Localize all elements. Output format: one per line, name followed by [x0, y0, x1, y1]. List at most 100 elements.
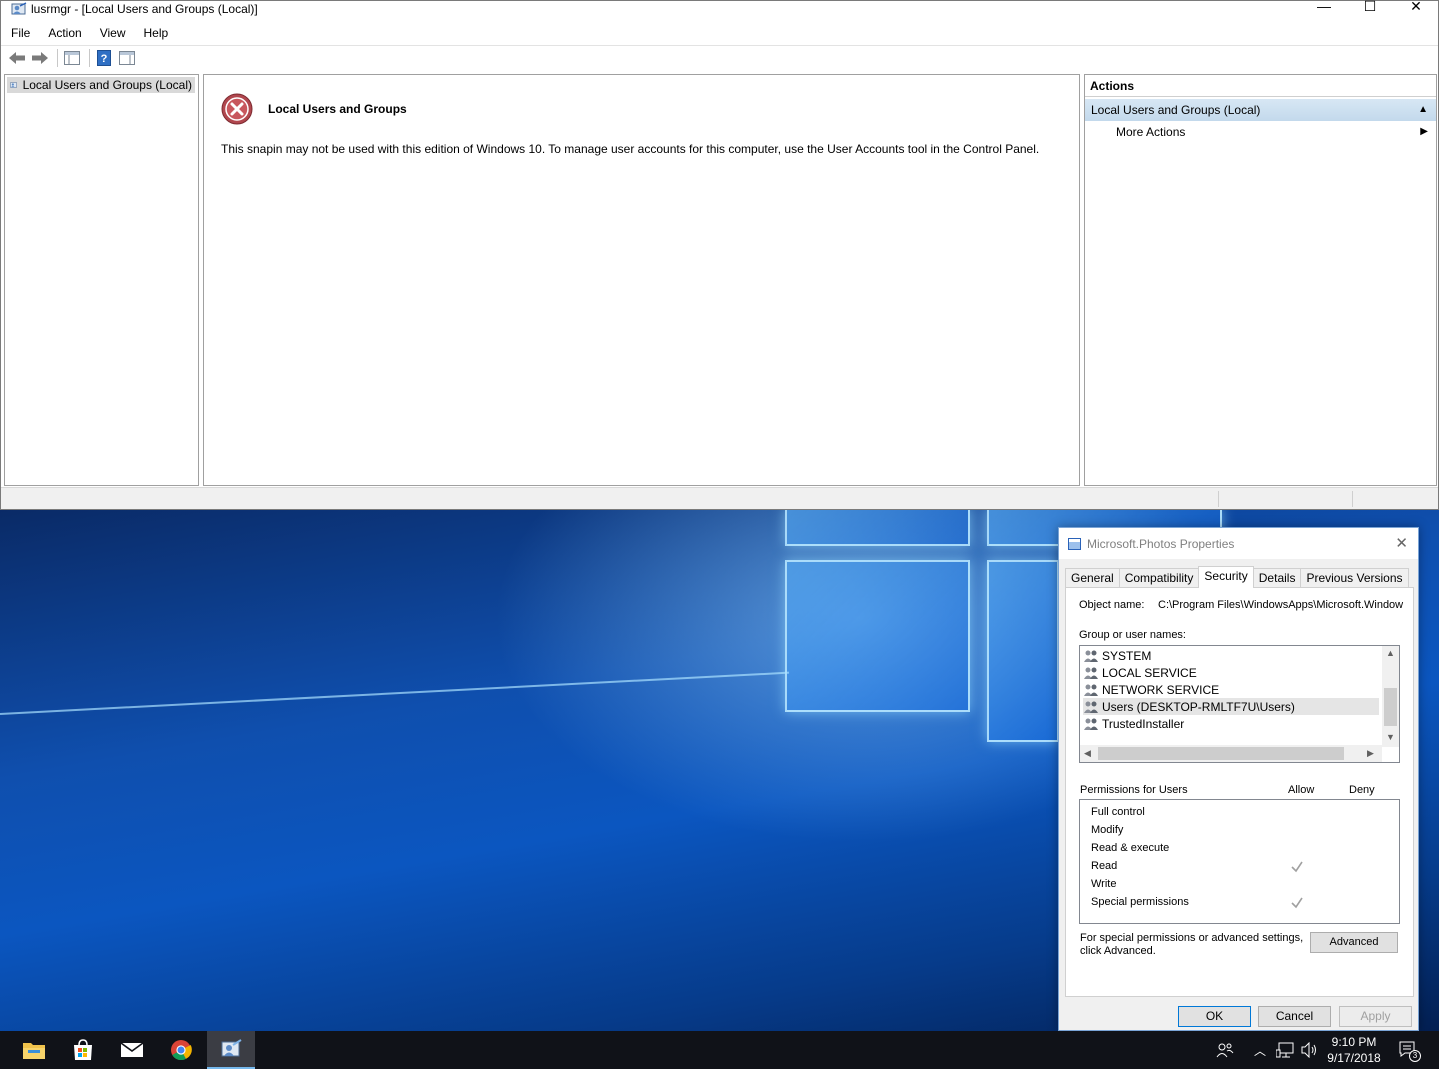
object-name-label: Object name:: [1079, 599, 1145, 611]
security-tab-panel: Object name: C:\Program Files\WindowsApp…: [1065, 587, 1414, 997]
actions-pane: Actions Local Users and Groups (Local) ▲…: [1084, 74, 1437, 486]
clock-date: 9/17/2018: [1327, 1051, 1381, 1065]
chevron-up-icon: ︿: [1253, 1043, 1266, 1058]
people-button[interactable]: [1214, 1031, 1236, 1069]
scroll-up-icon[interactable]: ▲: [1386, 648, 1395, 658]
actions-section-label: Local Users and Groups (Local): [1091, 103, 1261, 117]
checkmark-icon: [1291, 861, 1303, 873]
permission-write: Write: [1091, 878, 1117, 890]
minimize-button[interactable]: —: [1301, 0, 1347, 16]
ok-button[interactable]: OK: [1178, 1006, 1251, 1027]
tab-previous-versions[interactable]: Previous Versions: [1300, 568, 1409, 588]
svg-text:?: ?: [101, 53, 108, 65]
taskbar-chrome[interactable]: [157, 1031, 205, 1069]
advanced-button[interactable]: Advanced: [1310, 932, 1398, 953]
vertical-scrollbar[interactable]: ▲ ▼: [1382, 646, 1399, 747]
help-icon: ?: [97, 49, 111, 66]
show-hidden-icons-button[interactable]: ︿: [1250, 1031, 1270, 1069]
list-item-users[interactable]: Users (DESKTOP-RMLTF7U\Users): [1083, 698, 1379, 715]
chrome-icon: [171, 1040, 192, 1061]
store-icon: [74, 1039, 92, 1060]
list-item-local-service[interactable]: LOCAL SERVICE: [1083, 664, 1379, 681]
user-label: LOCAL SERVICE: [1102, 665, 1197, 680]
system-clock[interactable]: 9:10 PM 9/17/2018: [1320, 1034, 1388, 1066]
properties-dialog: Microsoft.Photos Properties ✕ General Co…: [1058, 527, 1419, 1031]
taskbar-store[interactable]: [59, 1031, 107, 1069]
dialog-close-icon[interactable]: ✕: [1395, 534, 1408, 552]
toolbar-separator: [89, 48, 90, 67]
wallpaper-window-pane: [785, 508, 970, 546]
taskbar-lusrmgr[interactable]: [207, 1031, 255, 1069]
tab-general[interactable]: General: [1065, 568, 1120, 588]
scroll-left-icon[interactable]: ◀: [1084, 748, 1091, 759]
status-bar-divider: [1352, 491, 1353, 507]
permission-modify: Modify: [1091, 824, 1124, 836]
permission-read: Read: [1091, 860, 1118, 872]
back-arrow-icon: [9, 51, 25, 64]
lusrmgr-icon: [221, 1039, 242, 1057]
tab-security[interactable]: Security: [1198, 566, 1254, 588]
back-button[interactable]: [7, 49, 27, 67]
show-hide-console-tree-icon: [64, 50, 80, 65]
tab-compatibility[interactable]: Compatibility: [1118, 568, 1200, 588]
wallpaper-light-beam: [0, 671, 789, 715]
network-icon: [1276, 1042, 1294, 1058]
permission-full-control: Full control: [1091, 806, 1145, 818]
actions-section-local-users[interactable]: Local Users and Groups (Local) ▲: [1085, 99, 1436, 121]
list-item-network-service[interactable]: NETWORK SERVICE: [1083, 681, 1379, 698]
network-button[interactable]: [1274, 1031, 1296, 1069]
scroll-right-icon[interactable]: ▶: [1367, 748, 1374, 759]
dialog-title-bar[interactable]: Microsoft.Photos Properties ✕: [1059, 528, 1418, 559]
scroll-down-icon[interactable]: ▼: [1386, 732, 1395, 742]
show-hide-console-tree-button[interactable]: [62, 49, 82, 67]
file-explorer-icon: [23, 1043, 45, 1059]
content-heading: Local Users and Groups: [268, 102, 407, 116]
volume-button[interactable]: [1298, 1031, 1320, 1069]
help-button[interactable]: ?: [94, 49, 114, 67]
user-group-icon: [1084, 650, 1098, 662]
status-bar: [1, 487, 1438, 509]
toolbar-separator: [57, 48, 58, 67]
more-actions-item[interactable]: More Actions ▶: [1085, 121, 1436, 143]
snapin-error-message: This snapin may not be used with this ed…: [221, 142, 1040, 156]
allow-column-label: Allow: [1288, 784, 1315, 796]
taskbar-mail[interactable]: [108, 1031, 156, 1069]
tree-node-local-users-and-groups[interactable]: Local Users and Groups (Local): [7, 77, 195, 93]
window-title: lusrmgr - [Local Users and Groups (Local…: [31, 2, 258, 16]
status-bar-divider: [1218, 491, 1219, 507]
maximize-button[interactable]: ☐: [1347, 0, 1393, 16]
menu-file[interactable]: File: [1, 23, 38, 43]
toolbar: ?: [1, 45, 1438, 69]
menu-action[interactable]: Action: [38, 23, 89, 43]
cancel-button[interactable]: Cancel: [1258, 1006, 1331, 1027]
menu-view[interactable]: View: [90, 23, 134, 43]
object-name-value: C:\Program Files\WindowsApps\Microsoft.W…: [1158, 599, 1404, 611]
title-bar[interactable]: lusrmgr - [Local Users and Groups (Local…: [1, 0, 1439, 17]
submenu-arrow-icon: ▶: [1420, 126, 1428, 137]
volume-icon: [1301, 1042, 1316, 1058]
more-actions-label: More Actions: [1116, 125, 1186, 139]
show-hide-action-pane-button[interactable]: [117, 49, 137, 67]
action-center-button[interactable]: 3: [1394, 1031, 1422, 1069]
menu-help[interactable]: Help: [134, 23, 177, 43]
user-group-icon: [1084, 667, 1098, 679]
deny-column-label: Deny: [1349, 784, 1375, 796]
forward-button[interactable]: [30, 49, 50, 67]
close-button[interactable]: ✕: [1393, 0, 1439, 16]
taskbar-file-explorer[interactable]: [10, 1031, 58, 1069]
user-group-icon: [1084, 718, 1098, 730]
advanced-note-line1: For special permissions or advanced sett…: [1080, 932, 1304, 944]
forward-arrow-icon: [32, 51, 48, 64]
group-user-list[interactable]: SYSTEM LOCAL SERVICE NETWORK SERVICE Use…: [1079, 645, 1400, 763]
tab-details[interactable]: Details: [1252, 568, 1302, 588]
permissions-for-label: Permissions for Users: [1080, 784, 1188, 796]
horizontal-scrollbar[interactable]: ◀ ▶: [1080, 745, 1382, 762]
scroll-thumb[interactable]: [1384, 688, 1397, 726]
list-item-system[interactable]: SYSTEM: [1083, 647, 1379, 664]
list-item-trustedinstaller[interactable]: TrustedInstaller: [1083, 715, 1379, 732]
user-label: Users (DESKTOP-RMLTF7U\Users): [1102, 699, 1295, 714]
scroll-thumb[interactable]: [1098, 747, 1344, 760]
collapse-arrow-icon[interactable]: ▲: [1418, 99, 1428, 121]
apply-button[interactable]: Apply: [1339, 1006, 1412, 1027]
checkmark-icon: [1291, 897, 1303, 909]
